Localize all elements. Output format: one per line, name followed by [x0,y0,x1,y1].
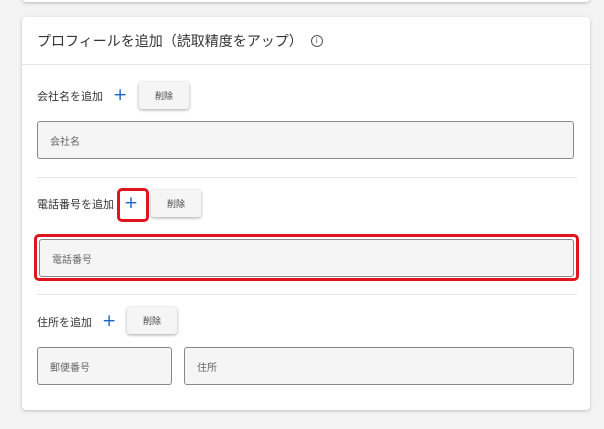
postal-code-field[interactable]: 郵便番号 [37,347,172,385]
company-delete-button[interactable]: 削除 [139,82,189,109]
address-add-label: 住所を追加 [37,316,92,329]
address-placeholder: 住所 [197,362,217,374]
profile-card: プロフィールを追加（読取精度をアップ） i 会社名を追加 + 削除 会社名 電話… [22,17,590,410]
phone-add-label: 電話番号を追加 [37,198,114,211]
address-add-plus-icon[interactable]: + [102,313,116,330]
card-title-text: プロフィールを追加（読取精度をアップ） [37,34,303,50]
company-add-plus-icon[interactable]: + [113,87,127,104]
company-name-placeholder: 会社名 [50,136,80,148]
card-title: プロフィールを追加（読取精度をアップ） i [37,31,323,51]
postal-code-placeholder: 郵便番号 [50,362,90,374]
phone-add-plus-icon[interactable]: + [123,195,139,212]
company-add-label: 会社名を追加 [37,90,103,103]
previous-card-edge [22,0,590,2]
section-divider-1 [37,177,577,178]
section-divider-2 [37,294,577,295]
company-name-field[interactable]: 会社名 [37,121,574,159]
address-field[interactable]: 住所 [184,347,574,385]
header-divider [22,64,590,65]
phone-number-field[interactable]: 電話番号 [39,239,574,277]
address-delete-button[interactable]: 削除 [127,307,177,334]
info-icon[interactable]: i [310,35,323,47]
phone-number-placeholder: 電話番号 [52,254,92,266]
phone-delete-button[interactable]: 削除 [151,190,201,217]
